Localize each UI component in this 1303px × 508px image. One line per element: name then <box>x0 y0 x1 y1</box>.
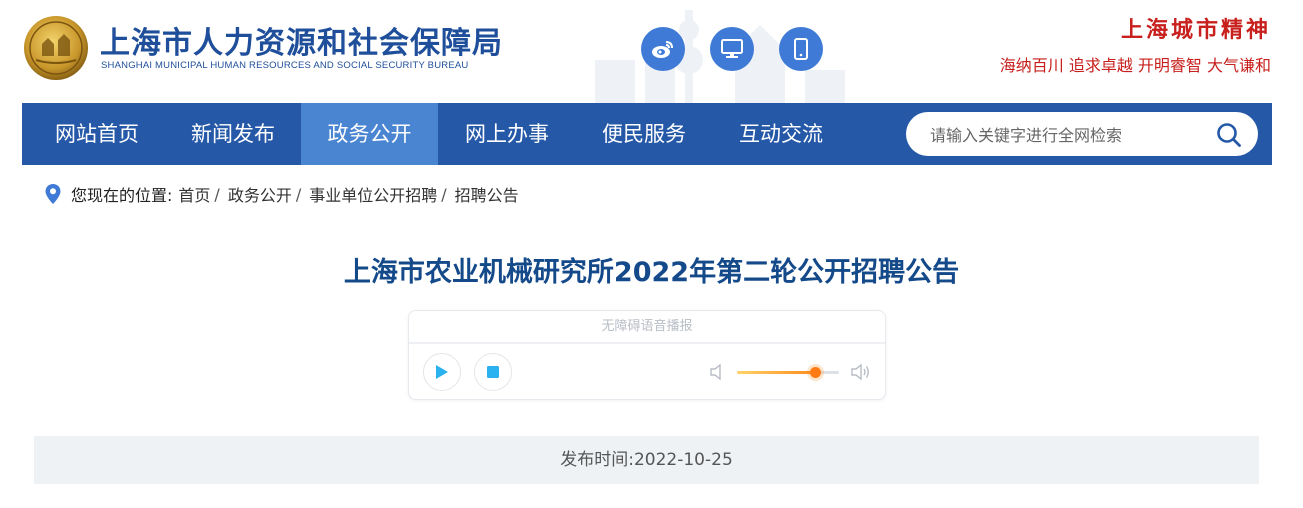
spirit-title: 上海城市精神 <box>1120 17 1271 43</box>
breadcrumb-recruitment[interactable]: 事业单位公开招聘 <box>309 182 437 206</box>
volume-low-icon[interactable] <box>709 363 725 381</box>
breadcrumb-lead: 您现在的位置: <box>71 186 173 205</box>
breadcrumb-government-affairs[interactable]: 政务公开 <box>228 182 292 206</box>
play-icon <box>436 365 448 379</box>
search-input[interactable] <box>928 112 1212 158</box>
breadcrumb-announcement[interactable]: 招聘公告 <box>455 182 519 206</box>
stop-icon <box>487 366 499 378</box>
main-nav: 网站首页 新闻发布 政务公开 网上办事 便民服务 互动交流 <box>22 103 1272 165</box>
breadcrumb-separator: / <box>214 184 220 204</box>
breadcrumb-separator: / <box>441 184 447 204</box>
page-title: 上海市农业机械研究所2022年第二轮公开招聘公告 <box>343 257 960 288</box>
volume-fill <box>737 371 816 374</box>
shanghai-emblem-icon[interactable] <box>22 14 90 82</box>
city-spirit: 上海城市精神 海纳百川 追求卓越 开明睿智 大气谦和 <box>1000 12 1271 76</box>
nav-item-home[interactable]: 网站首页 <box>36 103 158 165</box>
nav-item-government-affairs[interactable]: 政务公开 <box>301 103 438 165</box>
search-box <box>906 112 1258 158</box>
breadcrumb-home[interactable]: 首页 <box>178 182 210 206</box>
nav-item-news[interactable]: 新闻发布 <box>172 103 294 165</box>
player-title: 无障碍语音播报 <box>409 311 885 344</box>
mobile-icon <box>794 38 808 60</box>
weibo-icon <box>652 41 673 58</box>
stop-button[interactable] <box>474 353 512 391</box>
breadcrumb: 您现在的位置: 首页 / 政务公开 / 事业单位公开招聘 / 招聘公告 <box>44 181 519 207</box>
volume-slider[interactable] <box>737 367 839 378</box>
breadcrumb-separator: / <box>295 184 302 204</box>
org-subtitle-en: SHANGHAI MUNICIPAL HUMAN RESOURCES AND S… <box>101 60 469 71</box>
nav-item-public-services[interactable]: 便民服务 <box>583 103 705 165</box>
org-title[interactable]: 上海市人力资源和社会保障局 <box>100 18 503 62</box>
publish-date: 发布时间:2022-10-25 <box>560 450 733 470</box>
publish-date-bar: 发布时间:2022-10-25 <box>34 436 1259 484</box>
volume-knob[interactable] <box>810 367 822 378</box>
accessibility-audio-player: 无障碍语音播报 <box>408 310 886 400</box>
site-header: 上海市人力资源和社会保障局 SHANGHAI MUNICIPAL HUMAN R… <box>0 0 1303 103</box>
nav-item-interaction[interactable]: 互动交流 <box>720 103 842 165</box>
mobile-site-button[interactable] <box>779 27 823 71</box>
volume-high-icon[interactable] <box>850 362 872 382</box>
desktop-site-button[interactable] <box>710 27 754 71</box>
location-pin-icon <box>45 184 61 204</box>
search-icon[interactable] <box>1216 122 1242 148</box>
desktop-icon <box>721 39 743 58</box>
nav-item-online-services[interactable]: 网上办事 <box>446 103 568 165</box>
spirit-motto: 海纳百川 追求卓越 开明睿智 大气谦和 <box>999 56 1271 75</box>
weibo-button[interactable] <box>641 27 685 71</box>
play-button[interactable] <box>423 353 461 391</box>
